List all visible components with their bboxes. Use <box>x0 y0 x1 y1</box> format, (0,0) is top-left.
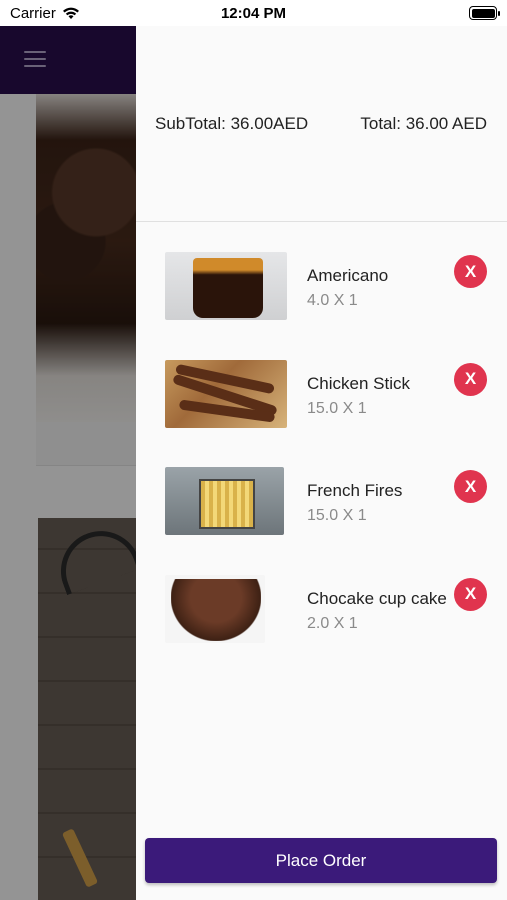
americano-image <box>165 252 287 320</box>
remove-item-button[interactable]: X <box>454 362 487 396</box>
item-quantity: 4.0 X 1 <box>307 292 358 309</box>
cart-totals: SubTotal: 36.00AED Total: 36.00 AED <box>136 26 507 222</box>
wifi-icon <box>62 7 79 19</box>
chicken-stick-image <box>165 359 287 428</box>
cart-item: Chicken Stick 15.0 X 1 X <box>136 359 507 468</box>
remove-item-button[interactable]: X <box>454 255 487 288</box>
place-order-button[interactable]: Place Order <box>145 838 497 883</box>
cupcake-image <box>165 574 265 643</box>
cart-drawer: SubTotal: 36.00AED Total: 36.00 AED Amer… <box>136 26 507 900</box>
item-name: Americano <box>307 266 389 285</box>
cart-item: Chocake cup cake 2.0 X 1 X <box>136 574 507 683</box>
item-name: Chicken Stick <box>307 373 410 393</box>
cart-item: Americano 4.0 X 1 X <box>136 252 507 360</box>
subtotal-label: SubTotal: 36.00AED <box>155 113 309 133</box>
cart-list: Americano 4.0 X 1 X Chicken Stick 15.0 X… <box>136 252 507 682</box>
battery-icon <box>469 6 500 20</box>
item-name: French Fires <box>307 481 403 500</box>
remove-item-button[interactable]: X <box>454 577 487 611</box>
battery-level <box>471 8 495 18</box>
remove-item-button[interactable]: X <box>454 470 487 503</box>
item-name: Chocake cup cake <box>307 588 447 608</box>
item-quantity: 15.0 X 1 <box>307 507 367 524</box>
total-label: Total: 36.00 AED <box>360 113 487 133</box>
item-quantity: 15.0 X 1 <box>307 399 367 417</box>
item-quantity: 2.0 X 1 <box>307 614 358 632</box>
cart-item: French Fires 15.0 X 1 X <box>136 467 507 575</box>
drawer-overlay[interactable] <box>0 26 136 900</box>
french-fries-image <box>165 467 284 535</box>
carrier-label: Carrier <box>10 4 56 22</box>
status-left: Carrier <box>10 5 80 22</box>
status-bar: Carrier 12:04 PM <box>0 0 507 26</box>
